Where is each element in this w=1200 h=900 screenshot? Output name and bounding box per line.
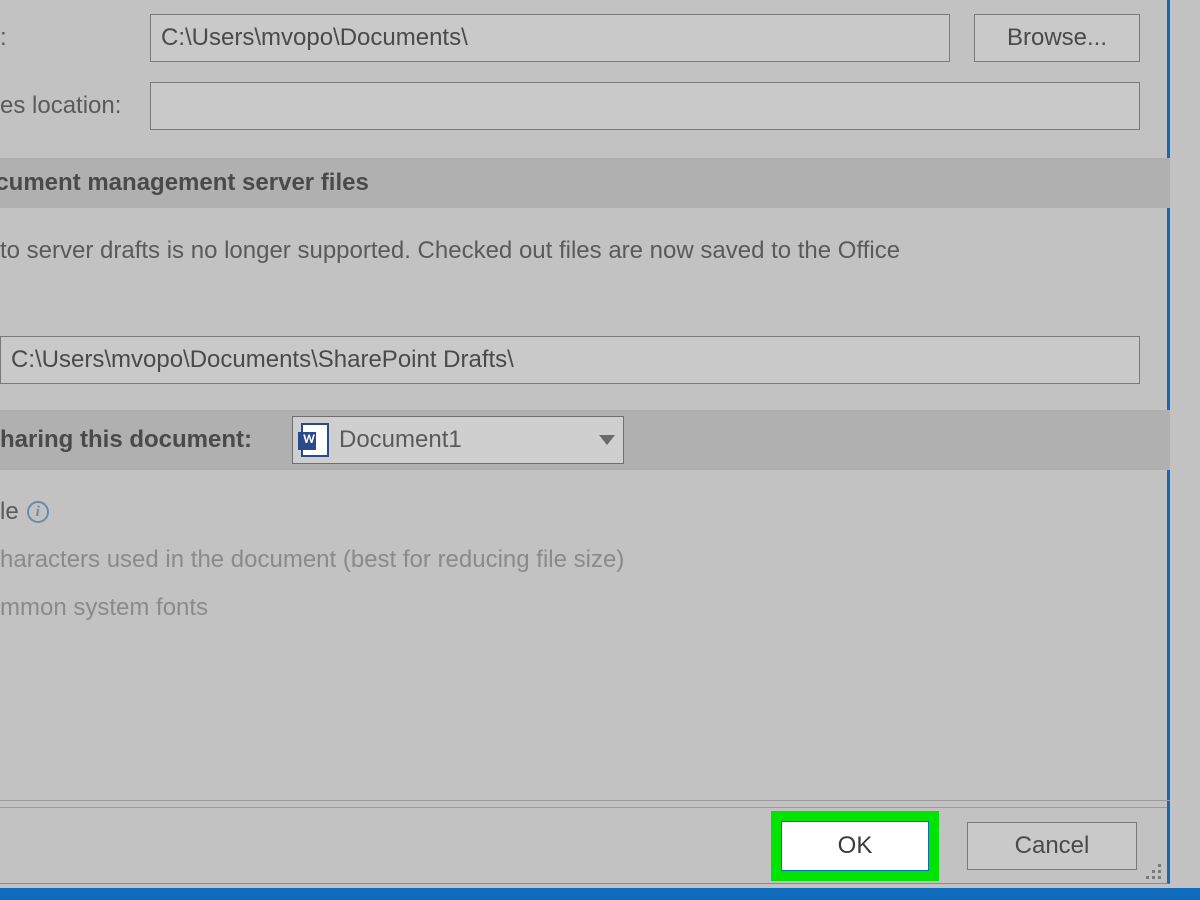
document-dropdown[interactable]: Document1 (292, 416, 624, 464)
browse-button[interactable]: Browse... (974, 14, 1140, 62)
templates-location-row: es location: (0, 82, 1160, 130)
templates-location-label: es location: (0, 92, 150, 120)
server-drafts-note: to server drafts is no longer supported.… (0, 232, 1140, 270)
document-dropdown-value: Document1 (339, 426, 462, 454)
ok-button[interactable]: OK (781, 821, 929, 871)
file-location-input[interactable]: C:\Users\mvopo\Documents\ (150, 14, 950, 62)
word-document-icon (301, 423, 329, 457)
embed-only-chars-option: haracters used in the document (best for… (0, 546, 624, 574)
options-dialog: : C:\Users\mvopo\Documents\ Browse... es… (0, 0, 1170, 884)
server-drafts-path-input[interactable]: C:\Users\mvopo\Documents\SharePoint Draf… (0, 336, 1140, 384)
info-icon[interactable]: i (27, 501, 49, 523)
file-location-label: : (0, 24, 150, 52)
ok-button-highlight: OK (771, 811, 939, 881)
embed-fonts-label: le (0, 498, 19, 526)
sharing-section-label: haring this document: (0, 426, 252, 454)
server-files-section-header: r document management server files (0, 158, 1170, 208)
cancel-button[interactable]: Cancel (967, 822, 1137, 870)
dialog-footer: OK Cancel (0, 807, 1167, 883)
chevron-down-icon (599, 435, 615, 445)
file-location-row: : C:\Users\mvopo\Documents\ Browse... (0, 14, 1160, 62)
embed-system-fonts-option: mmon system fonts (0, 594, 208, 622)
embed-fonts-line: le i (0, 498, 49, 526)
sharing-section-header: haring this document: Document1 (0, 410, 1170, 470)
window-chrome-strip (0, 888, 1200, 900)
templates-location-input[interactable] (150, 82, 1140, 130)
resize-grip[interactable] (1141, 859, 1161, 879)
